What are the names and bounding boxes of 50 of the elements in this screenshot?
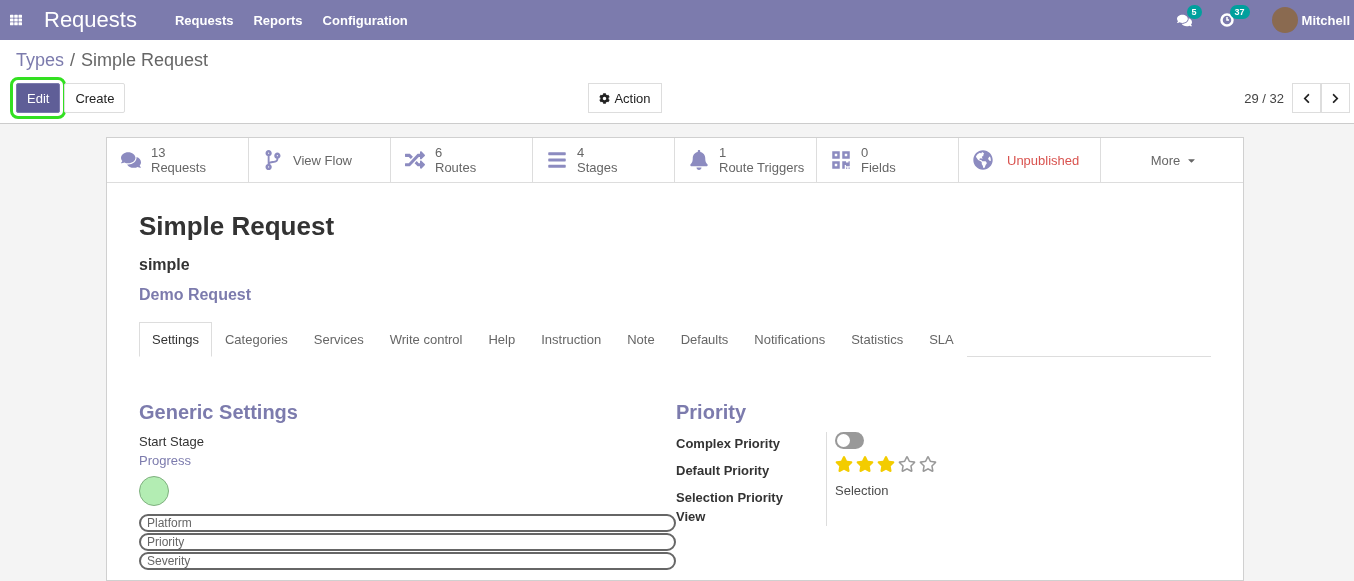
section-title: Priority [676,401,748,424]
menu-item[interactable]: Configuration [322,12,408,28]
chat-bubbles-icon [121,150,141,170]
menu-item[interactable]: Requests [174,12,234,28]
stage-color-dot [139,476,169,506]
apps-menu-icon[interactable] [10,14,22,26]
breadcrumb-link[interactable]: Types [16,50,65,71]
tab[interactable]: Settings [139,322,212,357]
breadcrumb-current: Simple Request [81,50,209,71]
user-name[interactable]: Mitchell [1301,12,1350,28]
previous-button[interactable] [1292,83,1321,113]
branch-icon [263,150,283,170]
star-icon[interactable] [877,455,895,473]
field-label: Start Stage [139,434,206,449]
record-code: simple [139,256,191,274]
gear-icon [599,92,611,104]
bell-icon [689,150,709,170]
tag: Priority [139,533,676,551]
star-icon[interactable] [856,455,874,473]
count-badge: 37 [1229,5,1250,19]
section-title: Generic Settings [139,401,299,424]
tag: Severity [139,552,676,570]
messages-icon[interactable] [1176,12,1192,28]
field-label: Complex Priority [676,435,782,453]
breadcrumb-separator: / [70,50,76,71]
field-label: Default Priority [676,462,771,480]
count-badge: 5 [1186,4,1202,19]
list-icon [547,150,567,170]
app-title: Requests [44,7,137,33]
pager-counter: 29 / 32 [1244,90,1284,106]
menu-item[interactable]: Reports [253,12,303,28]
field-value: Selection [835,483,890,498]
chevron-right-icon [1330,92,1341,104]
clock-icon[interactable] [1219,13,1234,27]
star-icon[interactable] [835,455,853,473]
next-button[interactable] [1321,83,1350,113]
chevron-left-icon [1301,92,1312,104]
service-link[interactable]: Demo Request [139,286,252,304]
star-icon[interactable] [919,455,937,473]
field-label: Selection Priority View [676,489,784,526]
qr-code-icon [831,150,851,170]
shuffle-icon [405,150,425,170]
tag: Platform [139,514,676,532]
create-button[interactable]: Create [64,83,126,113]
record-title: Simple Request [139,211,336,242]
star-icon[interactable] [898,455,916,473]
globe-icon [973,150,993,170]
action-button[interactable]: Action [588,83,662,113]
start-stage-link[interactable]: Progress [139,453,676,468]
toggle-switch[interactable] [835,432,864,449]
